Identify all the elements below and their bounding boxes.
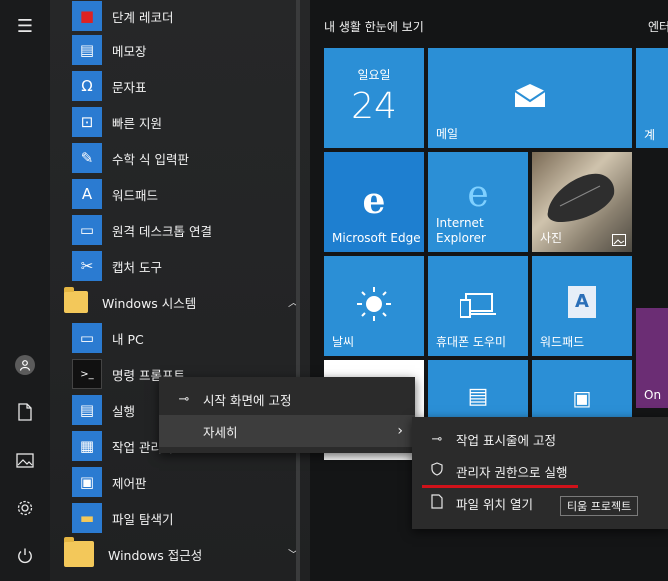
pin-to-start-item[interactable]: ⊸ 시작 화면에 고정 — [159, 383, 415, 415]
remote-desktop-icon: ▭ — [72, 215, 102, 245]
file-explorer-icon: ▬ — [72, 503, 102, 533]
user-account-button[interactable] — [0, 343, 50, 387]
pictures-button[interactable] — [0, 438, 50, 482]
app-remote-desktop[interactable]: ▭ 원격 데스크톱 연결 — [72, 212, 332, 248]
tile-weather[interactable]: 날씨 — [324, 256, 424, 356]
math-input-icon: ✎ — [72, 143, 102, 173]
steps-recorder-icon: ■ — [72, 1, 102, 31]
ie-icon: e — [467, 174, 489, 215]
folder-icon — [64, 537, 94, 567]
run-as-admin-item[interactable]: 관리자 권한으로 실행 — [412, 455, 668, 487]
edge-icon: e — [362, 180, 386, 222]
tile-calendar[interactable]: 일요일 24 — [324, 48, 424, 148]
tile-photos[interactable]: 사진 — [532, 152, 632, 252]
notepad-icon: ▤ — [467, 384, 489, 409]
run-icon: ▤ — [72, 395, 102, 425]
tile-partial-purple[interactable]: On — [636, 308, 668, 408]
app-math-input[interactable]: ✎ 수학 식 입력판 — [72, 140, 332, 176]
tile-phone-companion[interactable]: 휴대폰 도우미 — [428, 256, 528, 356]
power-button[interactable] — [0, 534, 50, 578]
tile-edge[interactable]: e Microsoft Edge — [324, 152, 424, 252]
pictures-icon — [612, 234, 626, 246]
app-snipping-tool[interactable]: ✂ 캡처 도구 — [72, 248, 332, 284]
folder-icon — [64, 287, 88, 313]
command-prompt-icon: >_ — [72, 359, 102, 389]
app-notepad[interactable]: ▤ 메모장 — [72, 32, 332, 68]
app-list: ■ 단계 레코더 ▤ 메모장 Ω 문자표 ⊡ 빠른 지원 ✎ 수학 식 입력판 … — [50, 0, 310, 581]
sun-icon — [357, 287, 391, 321]
folder-windows-system[interactable]: Windows 시스템 ︿ — [64, 284, 332, 320]
notepad-icon: ▤ — [72, 35, 102, 65]
person-icon — [15, 355, 35, 375]
pin-to-taskbar-item[interactable]: ⊸ 작업 표시줄에 고정 — [412, 423, 668, 455]
this-pc-icon: ▭ — [72, 323, 102, 353]
hamburger-menu-icon[interactable]: ☰ — [0, 4, 50, 48]
app-list-scrollbar[interactable] — [296, 0, 300, 581]
tile-wordpad[interactable]: A 워드패드 — [532, 256, 632, 356]
mail-icon — [514, 84, 546, 107]
watermark-tooltip: 티움 프로젝트 — [560, 496, 639, 516]
app-wordpad[interactable]: A 워드패드 — [72, 176, 332, 212]
more-item[interactable]: 자세히 › — [159, 415, 415, 447]
tile-internet-explorer[interactable]: e Internet Explorer — [428, 152, 528, 252]
tile-partial[interactable]: 계 — [636, 48, 668, 148]
highlight-underline — [422, 485, 578, 488]
app-file-explorer[interactable]: ▬ 파일 탐색기 — [72, 500, 332, 536]
tile-control[interactable]: ▣ — [532, 360, 632, 420]
wordpad-icon: A — [532, 286, 632, 318]
tile-group-title-2[interactable]: 엔터 — [648, 18, 668, 35]
pin-icon: ⊸ — [178, 391, 190, 407]
tile-notepad[interactable]: ▤ — [428, 360, 528, 420]
app-steps-recorder[interactable]: ■ 단계 레코더 — [72, 0, 332, 34]
app-character-map[interactable]: Ω 문자표 — [72, 68, 332, 104]
power-icon — [18, 548, 32, 564]
photo-shoe-icon — [547, 173, 615, 222]
character-map-icon: Ω — [72, 71, 102, 101]
tile-group-title[interactable]: 내 생활 한눈에 보기 — [324, 18, 424, 35]
control-panel-icon: ▣ — [72, 467, 102, 497]
pictures-icon — [16, 452, 34, 468]
folder-windows-accessibility[interactable]: Windows 접근성 ﹀ — [64, 536, 324, 572]
chevron-right-icon: › — [397, 423, 403, 439]
documents-button[interactable] — [0, 390, 50, 434]
settings-button[interactable] — [0, 486, 50, 530]
start-rail: ☰ — [0, 0, 50, 581]
gear-icon — [17, 500, 33, 516]
app-quick-assist[interactable]: ⊡ 빠른 지원 — [72, 104, 332, 140]
control-panel-icon: ▣ — [572, 386, 592, 410]
tile-mail[interactable]: 메일 — [428, 48, 632, 148]
app-control-panel[interactable]: ▣ 제어판 — [72, 464, 332, 500]
shield-icon — [424, 462, 450, 480]
document-icon — [18, 403, 32, 421]
context-menu: ⊸ 시작 화면에 고정 자세히 › — [159, 377, 415, 453]
pin-icon: ⊸ — [431, 431, 443, 447]
phone-laptop-icon — [460, 293, 496, 318]
quick-assist-icon: ⊡ — [72, 107, 102, 137]
wordpad-icon: A — [72, 179, 102, 209]
app-this-pc[interactable]: ▭ 내 PC — [72, 320, 332, 356]
snipping-tool-icon: ✂ — [72, 251, 102, 281]
document-icon — [424, 493, 450, 513]
task-manager-icon: ▦ — [72, 431, 102, 461]
